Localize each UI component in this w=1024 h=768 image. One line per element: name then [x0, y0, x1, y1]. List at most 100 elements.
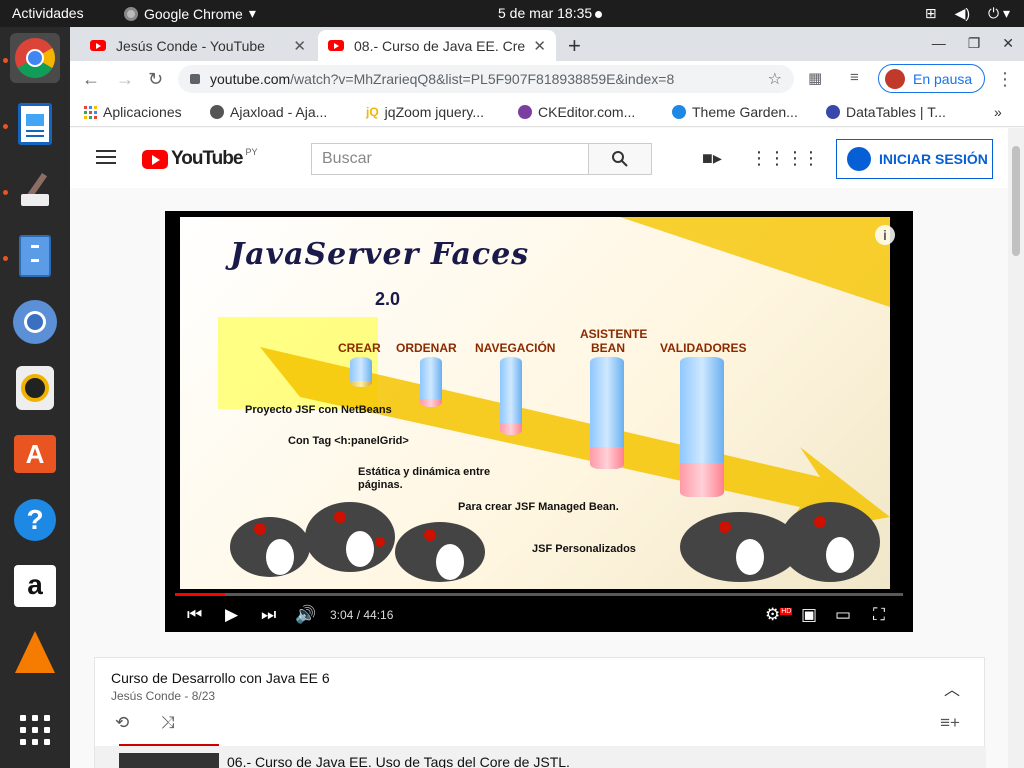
bookmarks-bar: Aplicaciones Ajaxload - Aja... jQ jqZoom…	[70, 97, 1024, 127]
youtube-logo[interactable]: YouTube PY	[142, 147, 258, 170]
video-player[interactable]: JavaServer Faces 2.0 CREAR ORDENAR NAVEG…	[165, 211, 913, 632]
chevron-down-icon: ▾	[248, 5, 256, 21]
playlist-subtitle: Jesús Conde - 8/23	[111, 689, 216, 703]
sign-in-button[interactable]: INICIAR SESIÓN	[836, 139, 993, 179]
play-icon[interactable]: ▶	[225, 605, 238, 625]
time-total: 44:16	[363, 608, 394, 622]
tab-jesus-conde[interactable]: Jesús Conde - YouTube ✕	[80, 30, 316, 61]
profile-button[interactable]: En pausa	[878, 64, 986, 93]
volume-icon[interactable]: 🔊	[295, 605, 316, 625]
youtube-favicon-icon	[328, 40, 344, 51]
dock-vlc[interactable]	[10, 627, 60, 677]
chevron-up-icon[interactable]: ︿	[944, 676, 960, 700]
slide-column-label: CREAR	[338, 341, 381, 355]
bookmark-ajaxload[interactable]: Ajaxload - Aja...	[210, 104, 327, 120]
app-menu[interactable]: Google Chrome ▾	[124, 5, 256, 22]
datatables-icon	[826, 105, 840, 119]
list-item-title: 06.- Curso de Java EE. Uso de Tags del C…	[227, 754, 570, 768]
bookmark-datatables[interactable]: DataTables | T...	[826, 104, 946, 120]
slide-column-label: ORDENAR	[396, 341, 457, 355]
video-time: 3:04 / 44:16	[330, 608, 394, 622]
slide-cylinder	[500, 357, 522, 435]
settings-menu-icon[interactable]: ⋮	[802, 148, 820, 169]
bookmark-aplicaciones[interactable]: Aplicaciones	[84, 104, 182, 120]
bookmark-label: CKEditor.com...	[538, 104, 636, 120]
dock-speaker[interactable]	[10, 363, 60, 413]
youtube-wordmark: YouTube	[171, 148, 243, 169]
more-bookmarks-button[interactable]: »	[994, 104, 1002, 120]
dock-document-viewer[interactable]	[10, 99, 60, 149]
notification-dot-icon	[595, 10, 603, 18]
tab-curso-java-ee[interactable]: 08.- Curso de Java EE. Cre ✕	[318, 30, 556, 61]
theater-mode-icon[interactable]: ▭	[835, 605, 851, 625]
slide-column-label: NAVEGACIÓN	[475, 341, 556, 355]
close-window-icon[interactable]: ✕	[1002, 35, 1014, 52]
lock-icon	[190, 74, 200, 84]
close-icon[interactable]: ✕	[293, 37, 306, 55]
youtube-header: YouTube PY Buscar ■▸ ⋮⋮⋮ ⋮ INICIAR SESIÓ…	[70, 128, 1008, 188]
page-scrollbar[interactable]	[1008, 128, 1024, 768]
close-icon[interactable]: ✕	[533, 37, 546, 55]
browser-toolbar: ← → ↻ youtube.com/watch?v=MhZrarieqQ8&li…	[70, 61, 1024, 97]
extension-icon[interactable]: ▦	[808, 69, 822, 87]
apps-grid-icon[interactable]: ⋮⋮⋮	[750, 148, 804, 169]
profile-label: En pausa	[913, 70, 973, 87]
url-host: youtube.com	[210, 71, 291, 87]
globe-icon	[210, 105, 224, 119]
activities-button[interactable]: Actividades	[12, 5, 84, 21]
new-tab-button[interactable]: +	[568, 33, 581, 59]
dock-chrome[interactable]	[10, 33, 60, 83]
dock-show-applications[interactable]	[10, 705, 60, 755]
slide-cylinder	[350, 357, 372, 387]
bookmark-ckeditor[interactable]: CKEditor.com...	[518, 104, 635, 120]
slide-description: JSF Personalizados	[532, 543, 636, 555]
chrome-icon	[15, 38, 55, 78]
running-indicator	[3, 190, 8, 195]
back-icon[interactable]: ←	[82, 69, 100, 90]
loop-icon[interactable]: ⟲	[115, 713, 129, 733]
search-button[interactable]	[588, 143, 652, 175]
address-bar[interactable]: youtube.com/watch?v=MhZrarieqQ8&list=PL5…	[178, 65, 794, 93]
hamburger-menu-icon[interactable]	[96, 150, 116, 168]
bookmark-label: jqZoom jquery...	[384, 104, 485, 120]
search-input[interactable]: Buscar	[311, 143, 589, 175]
shuffle-icon[interactable]: ⤨	[161, 713, 175, 733]
dock-paint[interactable]	[10, 165, 60, 215]
minimize-icon[interactable]: —	[932, 35, 946, 52]
media-queue-icon[interactable]: ≡	[850, 69, 859, 86]
clock-text: 5 de mar 18:35	[498, 5, 593, 21]
dock-chromium[interactable]	[10, 297, 60, 347]
slide-column-label: VALIDADORES	[660, 341, 747, 355]
video-progress-bar[interactable]	[175, 593, 903, 596]
volume-icon: ◀)	[954, 5, 970, 21]
bookmark-label: Ajaxload - Aja...	[230, 104, 328, 120]
bookmark-theme-garden[interactable]: Theme Garden...	[672, 104, 798, 120]
playlist-title[interactable]: Curso de Desarrollo con Java EE 6	[111, 670, 330, 686]
slide-version: 2.0	[375, 289, 401, 309]
miniplayer-icon[interactable]: ▣	[801, 605, 817, 625]
system-tray[interactable]: ⊞ ◀) ⏻ ▾	[925, 5, 1010, 22]
scrollbar-thumb[interactable]	[1012, 146, 1020, 256]
next-icon[interactable]: ⏭	[261, 605, 276, 625]
menu-icon[interactable]: ⋮	[996, 69, 1014, 90]
playlist-panel: Curso de Desarrollo con Java EE 6 Jesús …	[94, 657, 986, 768]
dock-file-cabinet[interactable]	[10, 231, 60, 281]
settings-gear-icon[interactable]: ⚙HD	[765, 605, 793, 625]
bookmark-star-icon[interactable]: ☆	[768, 69, 782, 89]
restore-icon[interactable]: ❐	[968, 35, 981, 52]
fullscreen-icon[interactable]: ⛶	[873, 605, 885, 625]
list-item[interactable]: 06.- Curso de Java EE. Uso de Tags del C…	[95, 746, 986, 768]
previous-icon[interactable]: ⏮	[187, 605, 202, 625]
dock-help[interactable]: ?	[10, 495, 60, 545]
create-video-icon[interactable]: ■▸	[702, 148, 722, 169]
info-icon[interactable]: i	[875, 225, 895, 245]
forward-icon[interactable]: →	[116, 69, 134, 90]
dock-app-store[interactable]: A	[10, 429, 60, 479]
dock-amazon[interactable]: a	[10, 561, 60, 611]
save-playlist-icon[interactable]: ≡+	[940, 713, 960, 733]
chrome-icon	[124, 6, 138, 21]
country-code: PY	[245, 147, 258, 157]
bookmark-jqzoom[interactable]: jQ jqZoom jquery...	[366, 104, 484, 120]
clock[interactable]: 5 de mar 18:35	[498, 5, 603, 21]
reload-icon[interactable]: ↻	[148, 69, 163, 90]
